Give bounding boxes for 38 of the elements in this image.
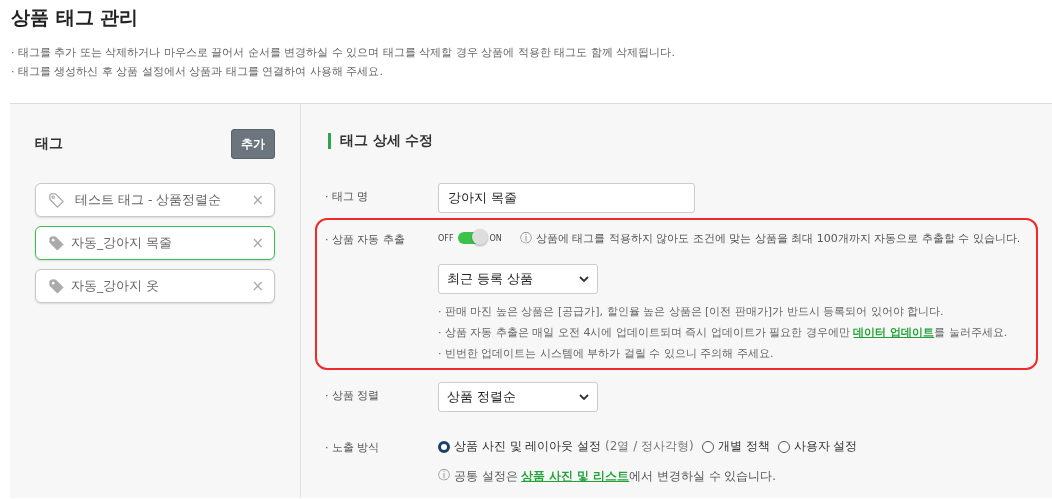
info-icon: ⓘ bbox=[438, 467, 450, 484]
toggle-switch[interactable] bbox=[457, 232, 486, 244]
section-title: 태그 bbox=[35, 135, 63, 153]
info-icon: ⓘ bbox=[519, 229, 532, 247]
toggle-off-label: OFF bbox=[438, 233, 454, 243]
tag-item[interactable]: 테스트 태그 - 상품정렬순 × bbox=[35, 183, 275, 217]
info-text: 상품에 태그를 적용하지 않아도 조건에 맞는 상품을 최대 100개까지 자동으로 추출할 수 있습니다. bbox=[535, 230, 1021, 246]
tag-icon bbox=[48, 277, 65, 295]
tag-name-field[interactable]: 강아지 목줄 bbox=[438, 183, 695, 213]
tag-label: 자동_강아지 옷 bbox=[71, 277, 161, 295]
info-text: 공통 설정은 상품 사진 및 리스트에서 변경하실 수 있습니다. bbox=[454, 467, 776, 484]
field-label: · 노출 방식 bbox=[325, 440, 381, 456]
tag-label: 테스트 태그 - 상품정렬순 bbox=[75, 191, 223, 209]
radio-option[interactable]: 개별 정책 bbox=[701, 438, 770, 455]
tag-icon bbox=[48, 234, 65, 252]
sort-dropdown[interactable]: 상품 정렬순 bbox=[438, 382, 598, 412]
note-text: · 빈번한 업데이트는 시스템에 부하가 걸릴 수 있으니 주의해 주세요. bbox=[438, 346, 775, 362]
radio-option[interactable]: 상품 사진 및 레이아웃 설정 (2열 / 정사각형) bbox=[438, 438, 694, 455]
note-text: · 판매 마진 높은 상품은 [공급가], 할인율 높은 상품은 [이전 판매가]가 반드시 등록되어 있어야 합니다. bbox=[438, 304, 945, 320]
note-text: · 상품 자동 추출은 매일 오전 4시에 업데이트되며 즉시 업데이트가 필요한 경우에만 데이터 업데이트를 눌러주세요. bbox=[438, 325, 1009, 341]
section-title: 태그 상세 수정 bbox=[340, 132, 434, 150]
field-label: · 상품 자동 추출 bbox=[325, 232, 406, 248]
sort-dropdown[interactable]: 최근 등록 상품 bbox=[438, 264, 598, 294]
accent-bar bbox=[328, 133, 331, 149]
page-title: 상품 태그 관리 bbox=[10, 5, 140, 30]
notice-text: · 태그를 생성하신 후 상품 설정에서 상품과 태그를 연결하여 사용해 주세요. bbox=[11, 64, 384, 79]
notice-text: · 태그를 추가 또는 삭제하거나 마우스로 끌어서 순서를 변경하실 수 있으며 태그를 삭제할 경우 상품에 적용한 태그도 함께 삭제됩니다. bbox=[11, 45, 676, 60]
chevron-down-icon bbox=[579, 394, 589, 400]
radio-option[interactable]: 사용자 설정 bbox=[777, 438, 858, 455]
field-label: · 태그 명 bbox=[325, 189, 370, 205]
tag-item[interactable]: 자동_강아지 옷 × bbox=[35, 269, 275, 303]
field-label: · 상품 정렬 bbox=[325, 388, 381, 404]
tag-icon bbox=[48, 191, 65, 209]
toggle-on-label: ON bbox=[489, 233, 502, 243]
add-button[interactable]: 추가 bbox=[231, 129, 275, 159]
tag-item[interactable]: 자동_강아지 목줄 × bbox=[35, 226, 275, 260]
tag-label: 자동_강아지 목줄 bbox=[71, 234, 174, 252]
chevron-down-icon bbox=[579, 276, 589, 282]
